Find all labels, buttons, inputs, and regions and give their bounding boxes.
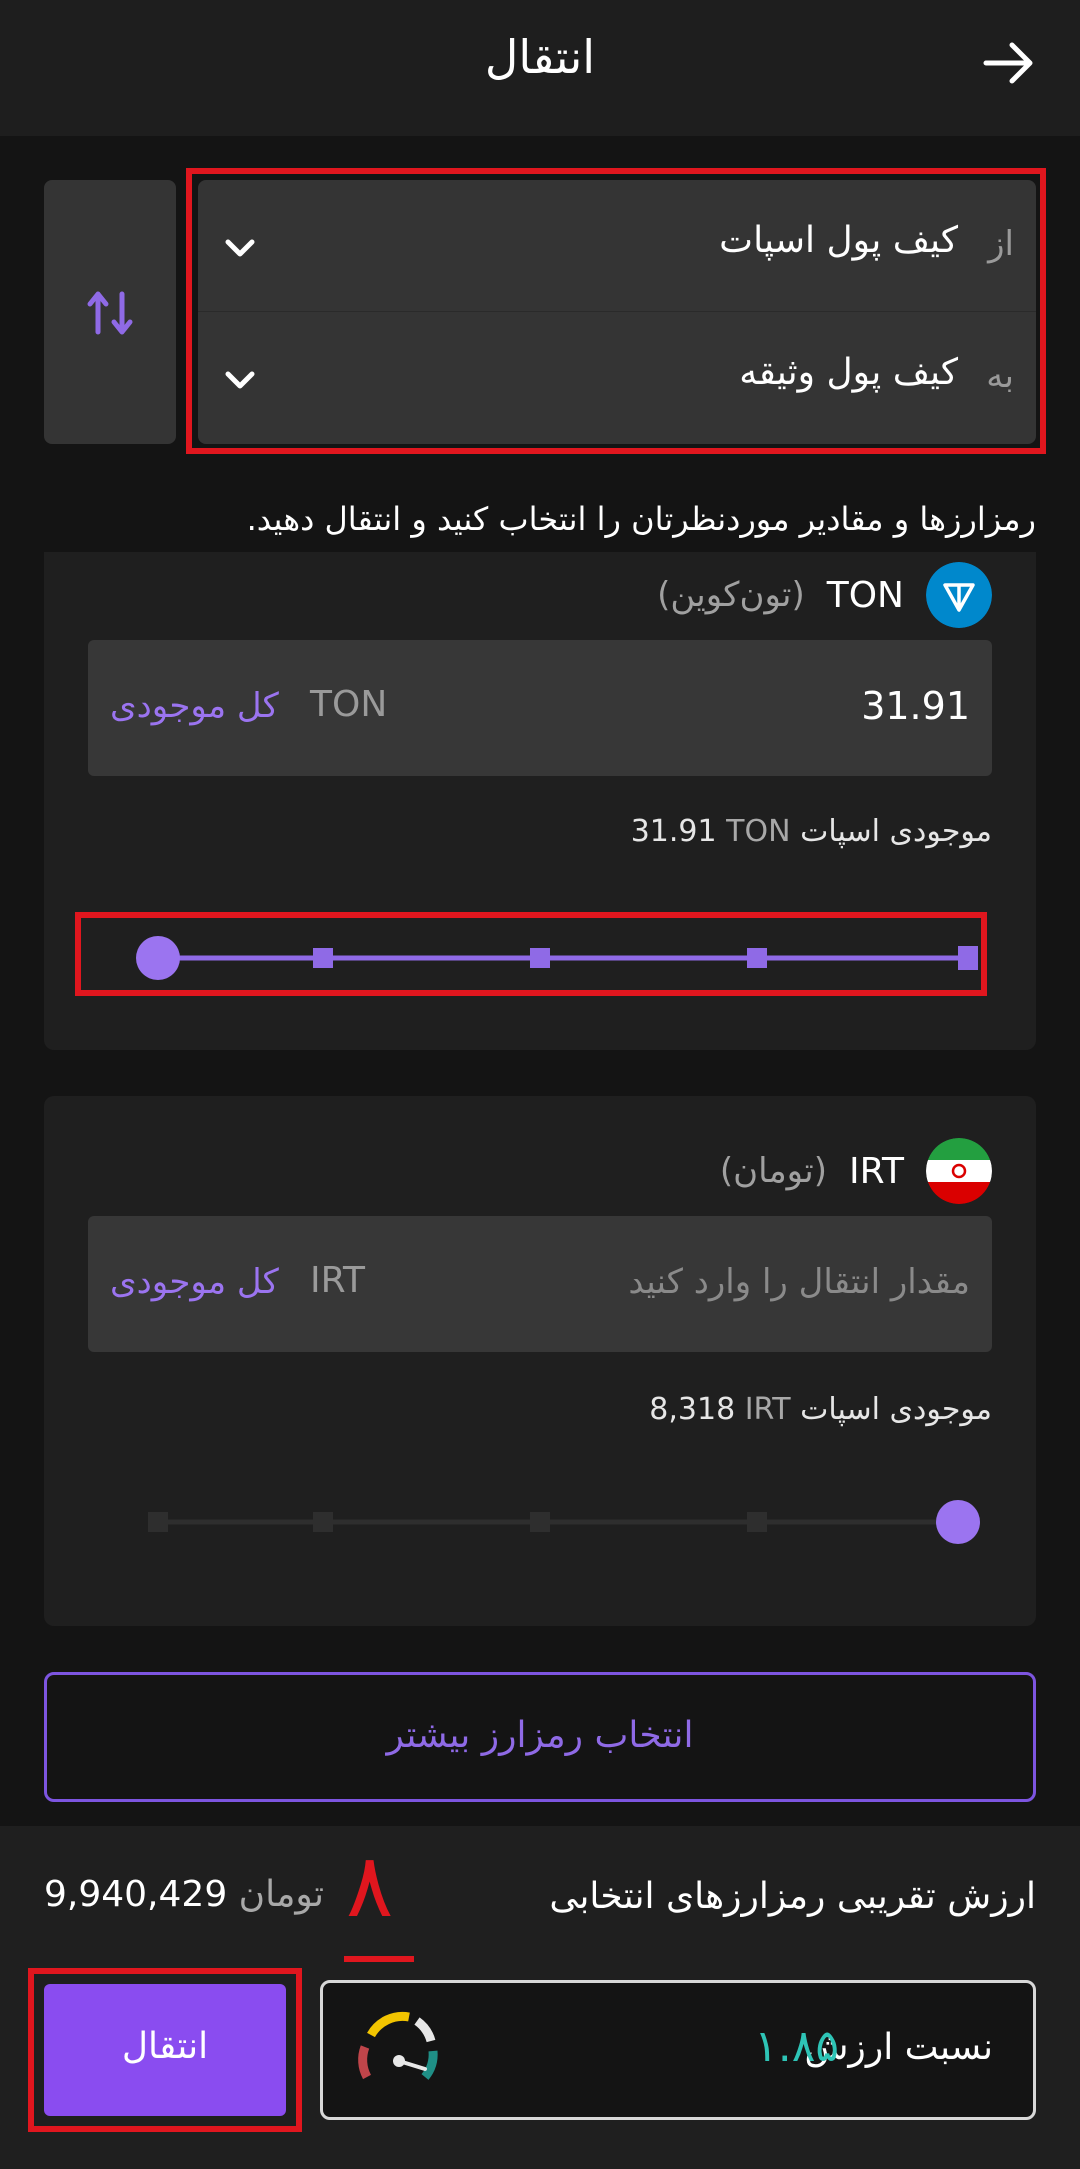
wallet-highlight-frame xyxy=(186,168,1046,454)
asset-symbol: IRT xyxy=(848,1150,904,1192)
slider-step[interactable] xyxy=(747,1512,767,1532)
all-balance-button[interactable]: کل موجودی xyxy=(110,686,279,726)
balance-value: 8,318 xyxy=(649,1392,736,1427)
asset-header: TON (تون‌کوین) xyxy=(657,562,992,628)
spot-balance: موجودی اسپات 31.91 TON xyxy=(631,814,992,849)
all-balance-button[interactable]: کل موجودی xyxy=(110,1262,279,1302)
select-more-coins-button[interactable]: انتخاب رمزارز بیشتر xyxy=(44,1672,1036,1802)
page-title: انتقال xyxy=(484,30,596,84)
asset-name: (تومان) xyxy=(719,1151,827,1191)
annotation-underline xyxy=(344,1956,414,1962)
estimate-unit: تومان xyxy=(238,1874,324,1915)
top-bar: انتقال xyxy=(0,0,1080,136)
ratio-value: ۱.۸۵ xyxy=(754,2021,839,2072)
asset-name: (تون‌کوین) xyxy=(657,575,805,615)
slider-step[interactable] xyxy=(530,1512,550,1532)
spot-balance: موجودی اسپات 8,318 IRT xyxy=(649,1392,992,1427)
annotation-number: ٨ xyxy=(346,1834,394,1937)
amount-placeholder: مقدار انتقال را وارد کنید xyxy=(628,1262,970,1302)
arrow-right-icon[interactable] xyxy=(978,32,1040,94)
estimate-label: ارزش تقریبی رمزارزهای انتخابی xyxy=(549,1876,1036,1917)
swap-vertical-icon xyxy=(87,291,133,335)
transfer-highlight-frame xyxy=(28,1968,302,2132)
balance-label: موجودی اسپات xyxy=(800,1392,992,1427)
balance-unit: TON xyxy=(726,814,791,849)
slider-thumb[interactable] xyxy=(936,1500,980,1544)
asset-card-irt: IRT (تومان) مقدار انتقال را وارد کنید IR… xyxy=(44,1096,1036,1626)
slider-highlight-frame xyxy=(75,912,987,996)
estimate-value: تومان 9,940,429 xyxy=(44,1874,324,1915)
asset-symbol: TON xyxy=(826,574,904,616)
balance-value: 31.91 xyxy=(630,814,717,849)
select-more-coins-label: انتخاب رمزارز بیشتر xyxy=(386,1715,694,1756)
slider-step[interactable] xyxy=(148,1512,168,1532)
ton-logo-icon xyxy=(926,562,992,628)
amount-unit: IRT xyxy=(310,1260,366,1301)
amount-value: 31.91 xyxy=(861,684,970,728)
amount-input[interactable]: 31.91 TON کل موجودی xyxy=(88,640,992,776)
amount-input[interactable]: مقدار انتقال را وارد کنید IRT کل موجودی xyxy=(88,1216,992,1352)
swap-wallets-button[interactable] xyxy=(44,180,176,444)
slider-step[interactable] xyxy=(313,1512,333,1532)
amount-unit: TON xyxy=(310,684,388,725)
balance-unit: IRT xyxy=(744,1392,791,1427)
gauge-icon xyxy=(358,2011,438,2080)
value-ratio-box: نسبت ارزش ۱.۸۵ xyxy=(320,1980,1036,2120)
asset-header: IRT (تومان) xyxy=(720,1138,992,1204)
iran-flag-icon xyxy=(926,1138,992,1204)
instruction-text: رمزارزها و مقادیر موردنظرتان را انتخاب ک… xyxy=(246,500,1036,538)
estimate-amount: 9,940,429 xyxy=(44,1874,228,1915)
amount-slider[interactable] xyxy=(116,1494,980,1550)
balance-label: موجودی اسپات xyxy=(800,814,992,849)
